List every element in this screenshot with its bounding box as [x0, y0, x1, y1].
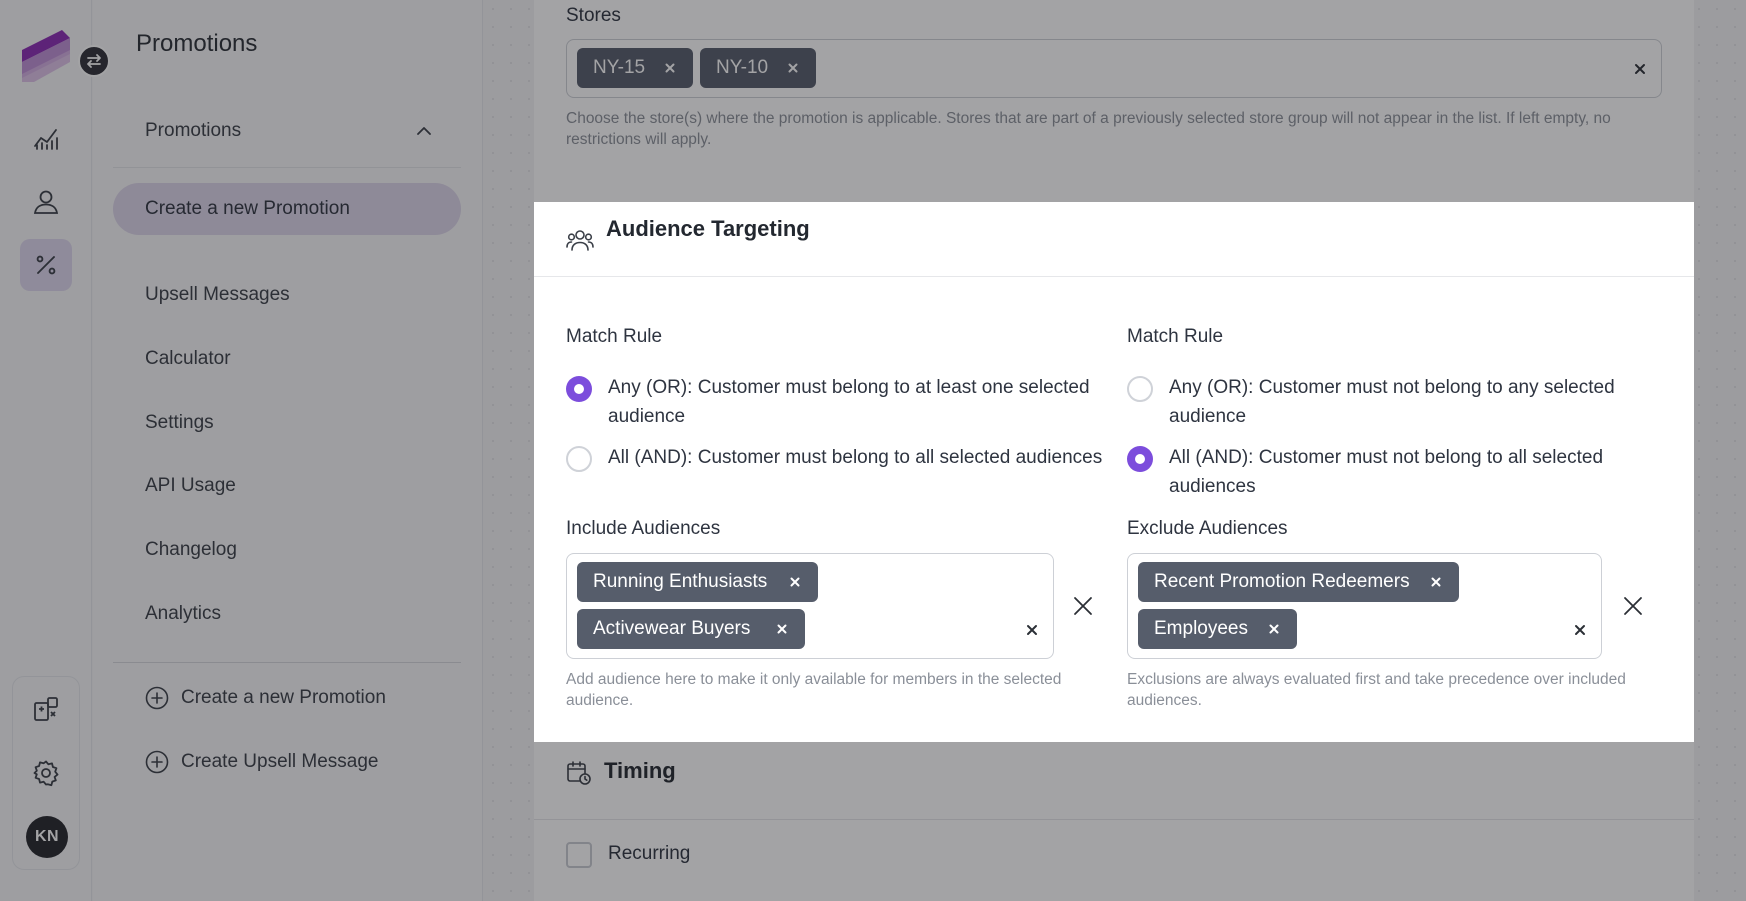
overlay-dim-bottom [0, 742, 1746, 901]
tag-label: Employees [1154, 618, 1248, 639]
remove-tag-icon[interactable] [786, 573, 804, 591]
exclude-help-text: Exclusions are always evaluated first an… [1127, 671, 1626, 709]
remove-tag-icon[interactable] [773, 620, 791, 638]
users-icon [566, 230, 594, 251]
exclude-audiences-select[interactable]: Recent Promotion Redeemers Employees [1127, 553, 1602, 659]
include-audiences-label: Include Audiences [566, 518, 721, 539]
include-any-radio[interactable] [566, 376, 592, 402]
clear-exclude-icon[interactable] [1572, 622, 1588, 638]
remove-exclude-field-icon[interactable] [1621, 594, 1645, 618]
tag-label: Running Enthusiasts [593, 571, 768, 592]
audience-card-header: Audience Targeting [534, 202, 1694, 277]
include-match-rule-label: Match Rule [566, 326, 663, 347]
audience-targeting-card: Audience Targeting Match Rule Any (OR): … [534, 202, 1694, 742]
remove-include-field-icon[interactable] [1071, 594, 1095, 618]
overlay-dim-top [0, 0, 1746, 202]
exclude-any-option-text: Any (OR): Customer must not belong to an… [1169, 377, 1615, 427]
include-all-option-text: All (AND): Customer must belong to all s… [608, 447, 1103, 468]
clear-include-icon[interactable] [1024, 622, 1040, 638]
remove-tag-icon[interactable] [1265, 620, 1283, 638]
include-help-text: Add audience here to make it only availa… [566, 671, 1062, 709]
include-all-radio[interactable] [566, 446, 592, 472]
overlay-dim-left [0, 202, 534, 742]
audience-tag[interactable]: Activewear Buyers [577, 609, 805, 649]
audience-tag[interactable]: Running Enthusiasts [577, 562, 818, 602]
include-audiences-select[interactable]: Running Enthusiasts Activewear Buyers [566, 553, 1054, 659]
audience-card-title: Audience Targeting [606, 216, 810, 241]
remove-tag-icon[interactable] [1427, 573, 1445, 591]
tag-label: Recent Promotion Redeemers [1154, 571, 1410, 592]
audience-tag[interactable]: Recent Promotion Redeemers [1138, 562, 1459, 602]
exclude-all-option-text: All (AND): Customer must not belong to a… [1169, 447, 1604, 497]
tag-label: Activewear Buyers [593, 618, 751, 639]
include-any-option-text: Any (OR): Customer must belong to at lea… [608, 377, 1090, 427]
overlay-dim-right [1694, 202, 1746, 742]
exclude-audiences-label: Exclude Audiences [1127, 518, 1288, 539]
exclude-any-radio[interactable] [1127, 376, 1153, 402]
audience-tag[interactable]: Employees [1138, 609, 1297, 649]
exclude-match-rule-label: Match Rule [1127, 326, 1224, 347]
exclude-all-radio[interactable] [1127, 446, 1153, 472]
